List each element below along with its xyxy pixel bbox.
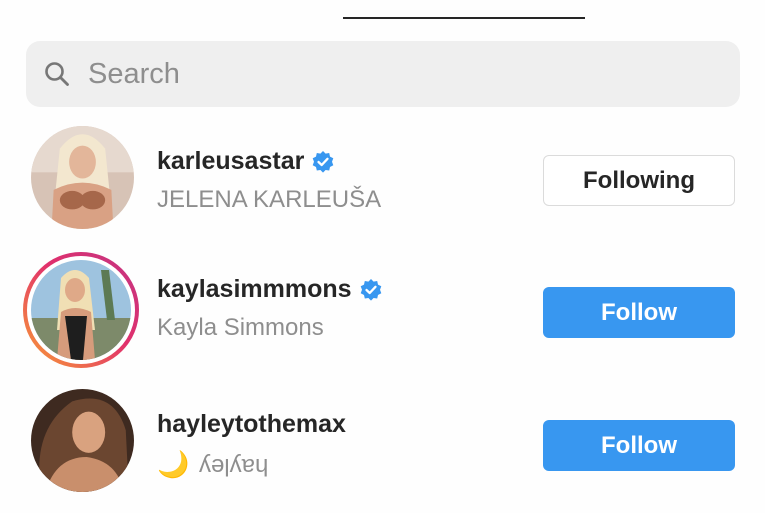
list-item[interactable]: hayleytothemax 🌙 hayley Follow <box>0 383 765 513</box>
list-item[interactable]: kaylasimmmons Kayla Simmons Follow <box>0 248 765 378</box>
follow-button[interactable]: Follow <box>543 287 735 338</box>
active-tab-indicator <box>343 17 585 19</box>
search-icon <box>44 61 70 87</box>
username[interactable]: karleusastar <box>157 147 335 176</box>
follow-button[interactable]: Follow <box>543 420 735 471</box>
username-text: hayleytothemax <box>157 410 346 438</box>
avatar-story-ring[interactable] <box>23 252 139 368</box>
full-name: Kayla Simmons <box>157 314 324 341</box>
username[interactable]: kaylasimmmons <box>157 275 383 304</box>
username-text: kaylasimmmons <box>157 275 352 303</box>
following-button[interactable]: Following <box>543 155 735 206</box>
list-item[interactable]: karleusastar JELENA KARLEUŠA Following <box>0 120 765 250</box>
search-input[interactable] <box>86 56 690 92</box>
full-name: JELENA KARLEUŠA <box>157 186 382 213</box>
search-bar[interactable] <box>26 41 740 107</box>
verified-badge-icon <box>359 278 383 302</box>
crescent-moon-emoji: 🌙 <box>157 449 190 479</box>
username[interactable]: hayleytothemax <box>157 410 346 439</box>
avatar[interactable] <box>31 389 134 492</box>
username-text: karleusastar <box>157 147 305 175</box>
full-name: 🌙 hayley <box>157 449 269 480</box>
avatar <box>31 260 131 360</box>
verified-badge-icon <box>311 150 335 174</box>
avatar[interactable] <box>31 126 134 229</box>
full-name-text: hayley <box>199 453 269 480</box>
